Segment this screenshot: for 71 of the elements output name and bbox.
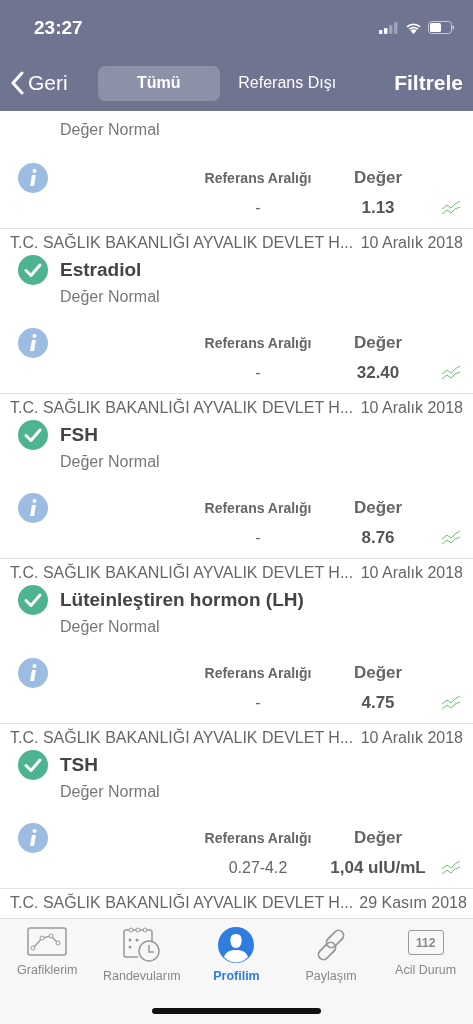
battery-icon xyxy=(428,21,455,34)
result-value: 8.76 xyxy=(361,528,395,548)
reference-range: - xyxy=(255,529,261,547)
reference-range-label: Referans Aralığı xyxy=(204,500,312,516)
hospital-name: T.C. SAĞLIK BAKANLIĞI AYVALIK DEVLET H... xyxy=(10,397,354,418)
reference-range: - xyxy=(255,199,261,217)
value-label: Değer xyxy=(353,333,403,353)
signal-icon xyxy=(379,21,399,34)
tab-bar-item[interactable]: Randevularım xyxy=(94,927,190,983)
trend-icon[interactable] xyxy=(441,365,461,381)
tab-bar-item[interactable]: Grafiklerim xyxy=(0,927,95,983)
status-text: Değer Normal xyxy=(60,287,161,307)
value-label: Değer xyxy=(353,498,403,518)
chevron-left-icon xyxy=(10,71,24,95)
value-label: Değer xyxy=(353,168,403,188)
trend-icon[interactable] xyxy=(441,860,461,876)
trend-icon[interactable] xyxy=(441,200,461,216)
result-date: 29 Kasım 2018 xyxy=(359,893,467,913)
reference-range: - xyxy=(255,364,261,382)
reference-range-label: Referans Aralığı xyxy=(204,830,312,846)
result-value: 1.13 xyxy=(361,198,395,218)
result-value: 4.75 xyxy=(361,693,395,713)
reference-range-label: Referans Aralığı xyxy=(204,335,312,351)
status-text: Değer Normal xyxy=(60,452,161,472)
hospital-name: T.C. SAĞLIK BAKANLIĞI AYVALIK DEVLET H... xyxy=(10,562,354,583)
test-name: TSH xyxy=(60,754,98,776)
check-icon xyxy=(18,255,48,285)
test-name: Estradiol xyxy=(60,259,142,281)
info-icon[interactable] xyxy=(18,328,48,358)
calendar-clock-icon xyxy=(121,927,162,963)
result-value: 1,04 uIU/mL xyxy=(330,858,426,878)
trend-icon[interactable] xyxy=(441,695,461,711)
check-icon xyxy=(18,585,48,615)
tab-bar-item[interactable]: Profilim xyxy=(189,927,284,983)
info-icon[interactable] xyxy=(18,493,48,523)
info-icon[interactable] xyxy=(18,823,48,853)
info-icon[interactable] xyxy=(18,658,48,688)
value-label: Değer xyxy=(353,663,403,683)
test-name: Lüteinleştiren hormon (LH) xyxy=(60,589,304,611)
result-date: 10 Aralık 2018 xyxy=(360,398,463,418)
wifi-icon xyxy=(405,21,422,34)
result-date: 10 Aralık 2018 xyxy=(360,563,463,583)
tab-bar-item[interactable]: Paylaşım xyxy=(283,927,379,983)
result-date: 10 Aralık 2018 xyxy=(360,233,463,253)
profile-icon xyxy=(218,927,255,963)
tab-bar-item[interactable]: 112 Acil Durum xyxy=(378,927,473,983)
segment-tab[interactable]: Referans Dışı xyxy=(219,65,355,101)
reference-range: - xyxy=(255,694,261,712)
status-text: Değer Normal xyxy=(60,782,161,802)
reference-range-label: Referans Aralığı xyxy=(204,665,312,681)
hospital-name: T.C. SAĞLIK BAKANLIĞI AYVALIK DEVLET H... xyxy=(10,727,354,748)
back-button[interactable]: Geri xyxy=(10,71,68,95)
result-date: 10 Aralık 2018 xyxy=(360,728,463,748)
line-chart-icon xyxy=(27,927,68,957)
reference-range-label: Referans Aralığı xyxy=(204,170,312,186)
emergency-number-badge: 112 xyxy=(407,930,444,955)
hospital-name: T.C. SAĞLIK BAKANLIĞI AYVALIK DEVLET H... xyxy=(10,892,354,913)
check-icon xyxy=(18,420,48,450)
check-icon xyxy=(18,750,48,780)
filter-button[interactable]: Filtrele xyxy=(394,71,463,95)
hospital-name: T.C. SAĞLIK BAKANLIĞI AYVALIK DEVLET H... xyxy=(10,232,354,253)
status-text: Değer Normal xyxy=(60,617,161,637)
result-value: 32.40 xyxy=(356,363,400,383)
test-name: FSH xyxy=(60,424,98,446)
trend-icon[interactable] xyxy=(441,530,461,546)
info-icon[interactable] xyxy=(18,163,48,193)
segment-tab[interactable]: Tümü xyxy=(97,65,220,101)
reference-range: 0.27-4.2 xyxy=(228,859,288,877)
value-label: Değer xyxy=(353,828,403,848)
clock-time: 23:27 xyxy=(34,16,84,39)
status-text: Değer Normal xyxy=(60,120,161,140)
